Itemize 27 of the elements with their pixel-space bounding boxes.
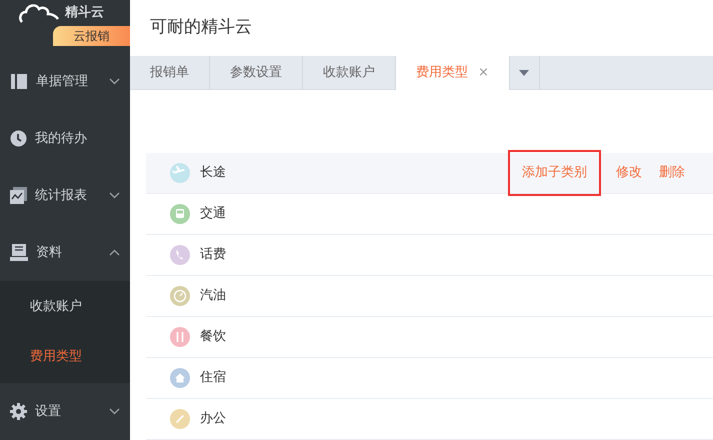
clock-icon xyxy=(10,130,27,147)
chart-icon xyxy=(10,187,27,204)
category-name: 住宿 xyxy=(200,369,227,388)
submenu-item[interactable]: 费用类型 xyxy=(0,332,130,382)
cloud-logo-icon xyxy=(19,1,59,25)
category-row[interactable]: 长途 添加子类别 修改 删除 xyxy=(146,153,713,194)
category-name: 餐饮 xyxy=(200,328,227,346)
category-name: 办公 xyxy=(200,410,227,428)
menu-item[interactable]: 单据管理 xyxy=(0,53,130,110)
page-title: 可耐的精斗云 xyxy=(150,16,252,40)
gear-icon xyxy=(10,403,27,420)
category-name: 长途 xyxy=(200,164,227,182)
menu-item[interactable]: 我的待办 xyxy=(0,110,130,167)
menu-item[interactable]: 资料 xyxy=(0,224,130,281)
caret-icon xyxy=(519,70,530,76)
tab[interactable]: 报销单 xyxy=(130,56,210,90)
monitor-icon xyxy=(10,244,28,261)
product-badge: 云报销 xyxy=(53,26,130,46)
category-name: 交通 xyxy=(200,205,227,224)
book-icon xyxy=(10,73,28,90)
submenu-item[interactable]: 收款账户 xyxy=(0,282,130,332)
logo-text: 精斗云 xyxy=(65,4,104,22)
category-name: 汽油 xyxy=(200,287,227,306)
tab[interactable]: 参数设置 xyxy=(210,56,303,90)
menu-item[interactable]: 统计报表 xyxy=(0,167,130,224)
menu-item[interactable]: 设置 xyxy=(0,383,130,440)
category-name: 话费 xyxy=(200,246,227,264)
